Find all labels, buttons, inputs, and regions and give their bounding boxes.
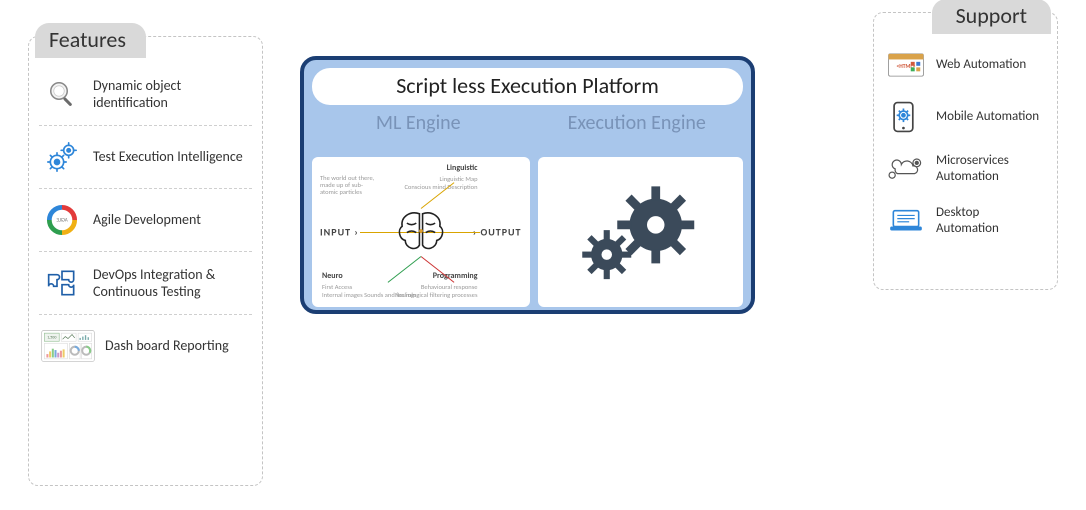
feature-item: Test Execution Intelligence <box>39 126 252 189</box>
engine-headers: ML Engine Execution Engine <box>312 111 743 157</box>
support-label: Web Automation <box>936 57 1026 73</box>
gears-icon <box>570 171 710 293</box>
dashboard-icon: 1,500 <box>41 325 95 367</box>
mobile-gear-icon <box>886 99 926 135</box>
support-label: Desktop Automation <box>936 205 1045 236</box>
features-panel: Features Dynamic object identification <box>28 36 263 486</box>
feature-item: DevOps Integration & Continuous Testing <box>39 252 252 315</box>
features-header: Features <box>35 23 146 58</box>
browser-icon: <HTML> <box>886 47 926 83</box>
agile-cycle-icon: AGILE <box>41 199 83 241</box>
ml-linguistic-label: Linguistic <box>447 163 478 173</box>
feature-item: AGILE Agile Development <box>39 189 252 252</box>
feature-label: Dynamic object identification <box>93 77 250 112</box>
support-label: Microservices Automation <box>936 153 1045 184</box>
ml-intro-text: The world out there, made up of sub-atom… <box>320 175 380 196</box>
ml-linguistic-map-label: Linguistic Map <box>439 175 477 183</box>
feature-label: Agile Development <box>93 211 201 229</box>
svg-text:AGILE: AGILE <box>56 218 68 224</box>
support-item: <HTML> Web Automation <box>884 39 1047 91</box>
support-item: Desktop Automation <box>884 195 1047 247</box>
feature-item: 1,500 <box>39 315 252 377</box>
support-panel: Support <HTML> Web Automation <box>873 12 1058 290</box>
ml-engine-box: The world out there, made up of sub-atom… <box>312 157 530 307</box>
puzzle-icon <box>41 262 83 304</box>
cloud-api-icon <box>886 151 926 187</box>
ml-behavioural-sub: Neurological filtering processes <box>395 291 478 299</box>
ml-first-access-label: First Access <box>322 283 352 291</box>
ml-programming-label: Programming <box>433 271 478 281</box>
execution-engine-box <box>538 157 744 307</box>
brain-icon <box>395 209 447 255</box>
gears-blue-icon <box>41 136 83 178</box>
feature-label: Test Execution Intelligence <box>93 148 243 166</box>
feature-label: DevOps Integration & Continuous Testing <box>93 266 250 301</box>
ml-engine-header: ML Engine <box>312 111 525 157</box>
engine-bodies: The world out there, made up of sub-atom… <box>312 157 743 307</box>
ml-linguistic-map-sub: Conscious mind Description <box>404 183 477 191</box>
support-label: Mobile Automation <box>936 109 1039 125</box>
feature-item: Dynamic object identification <box>39 63 252 126</box>
support-header: Support <box>932 0 1051 34</box>
svg-text:1,500: 1,500 <box>47 336 56 341</box>
platform-title: Script less Execution Platform <box>312 68 743 105</box>
features-list: Dynamic object identification <box>29 37 262 387</box>
ml-neuro-label: Neuro <box>322 271 343 281</box>
platform-card: Script less Execution Platform ML Engine… <box>300 56 755 314</box>
support-item: Microservices Automation <box>884 143 1047 195</box>
feature-label: Dash board Reporting <box>105 337 229 355</box>
ml-behavioural-label: Behavioural response <box>421 283 478 291</box>
execution-engine-header: Execution Engine <box>531 111 744 157</box>
ml-output-label: › OUTPUT <box>473 226 522 239</box>
ml-input-label: INPUT › <box>320 226 359 239</box>
support-list: <HTML> Web Automation <box>874 13 1057 257</box>
laptop-icon <box>886 203 926 239</box>
magnifier-icon <box>41 73 83 115</box>
support-item: Mobile Automation <box>884 91 1047 143</box>
